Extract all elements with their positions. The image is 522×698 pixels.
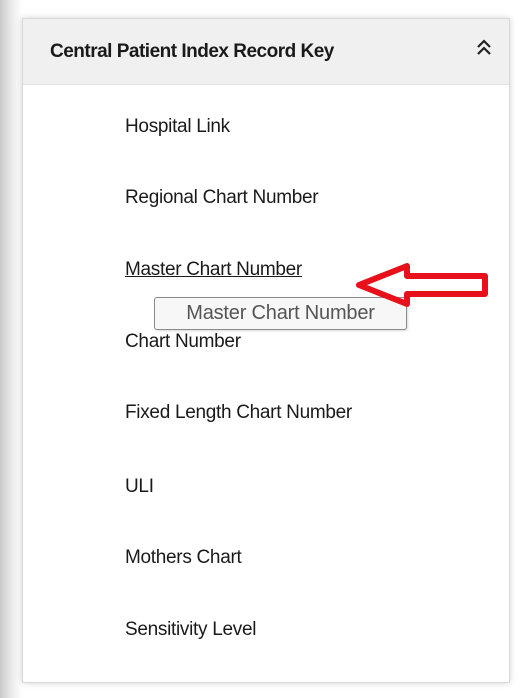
link-hospital-link[interactable]: Hospital Link <box>125 116 230 138</box>
red-arrow-left-icon <box>356 263 488 307</box>
link-chart-number[interactable]: Chart Number <box>125 331 241 353</box>
link-mothers-chart[interactable]: Mothers Chart <box>125 547 242 569</box>
link-sensitivity-level[interactable]: Sensitivity Level <box>125 619 256 641</box>
panel-header[interactable]: Central Patient Index Record Key <box>23 19 509 85</box>
panel-title: Central Patient Index Record Key <box>50 41 334 62</box>
link-uli[interactable]: ULI <box>125 476 154 498</box>
record-key-panel: Central Patient Index Record Key Hospita… <box>22 18 510 683</box>
link-regional-chart-number[interactable]: Regional Chart Number <box>125 187 319 209</box>
link-fixed-length-chart-number[interactable]: Fixed Length Chart Number <box>125 402 352 424</box>
link-master-chart-number[interactable]: Master Chart Number <box>125 259 302 281</box>
double-chevron-up-icon[interactable] <box>473 35 495 61</box>
